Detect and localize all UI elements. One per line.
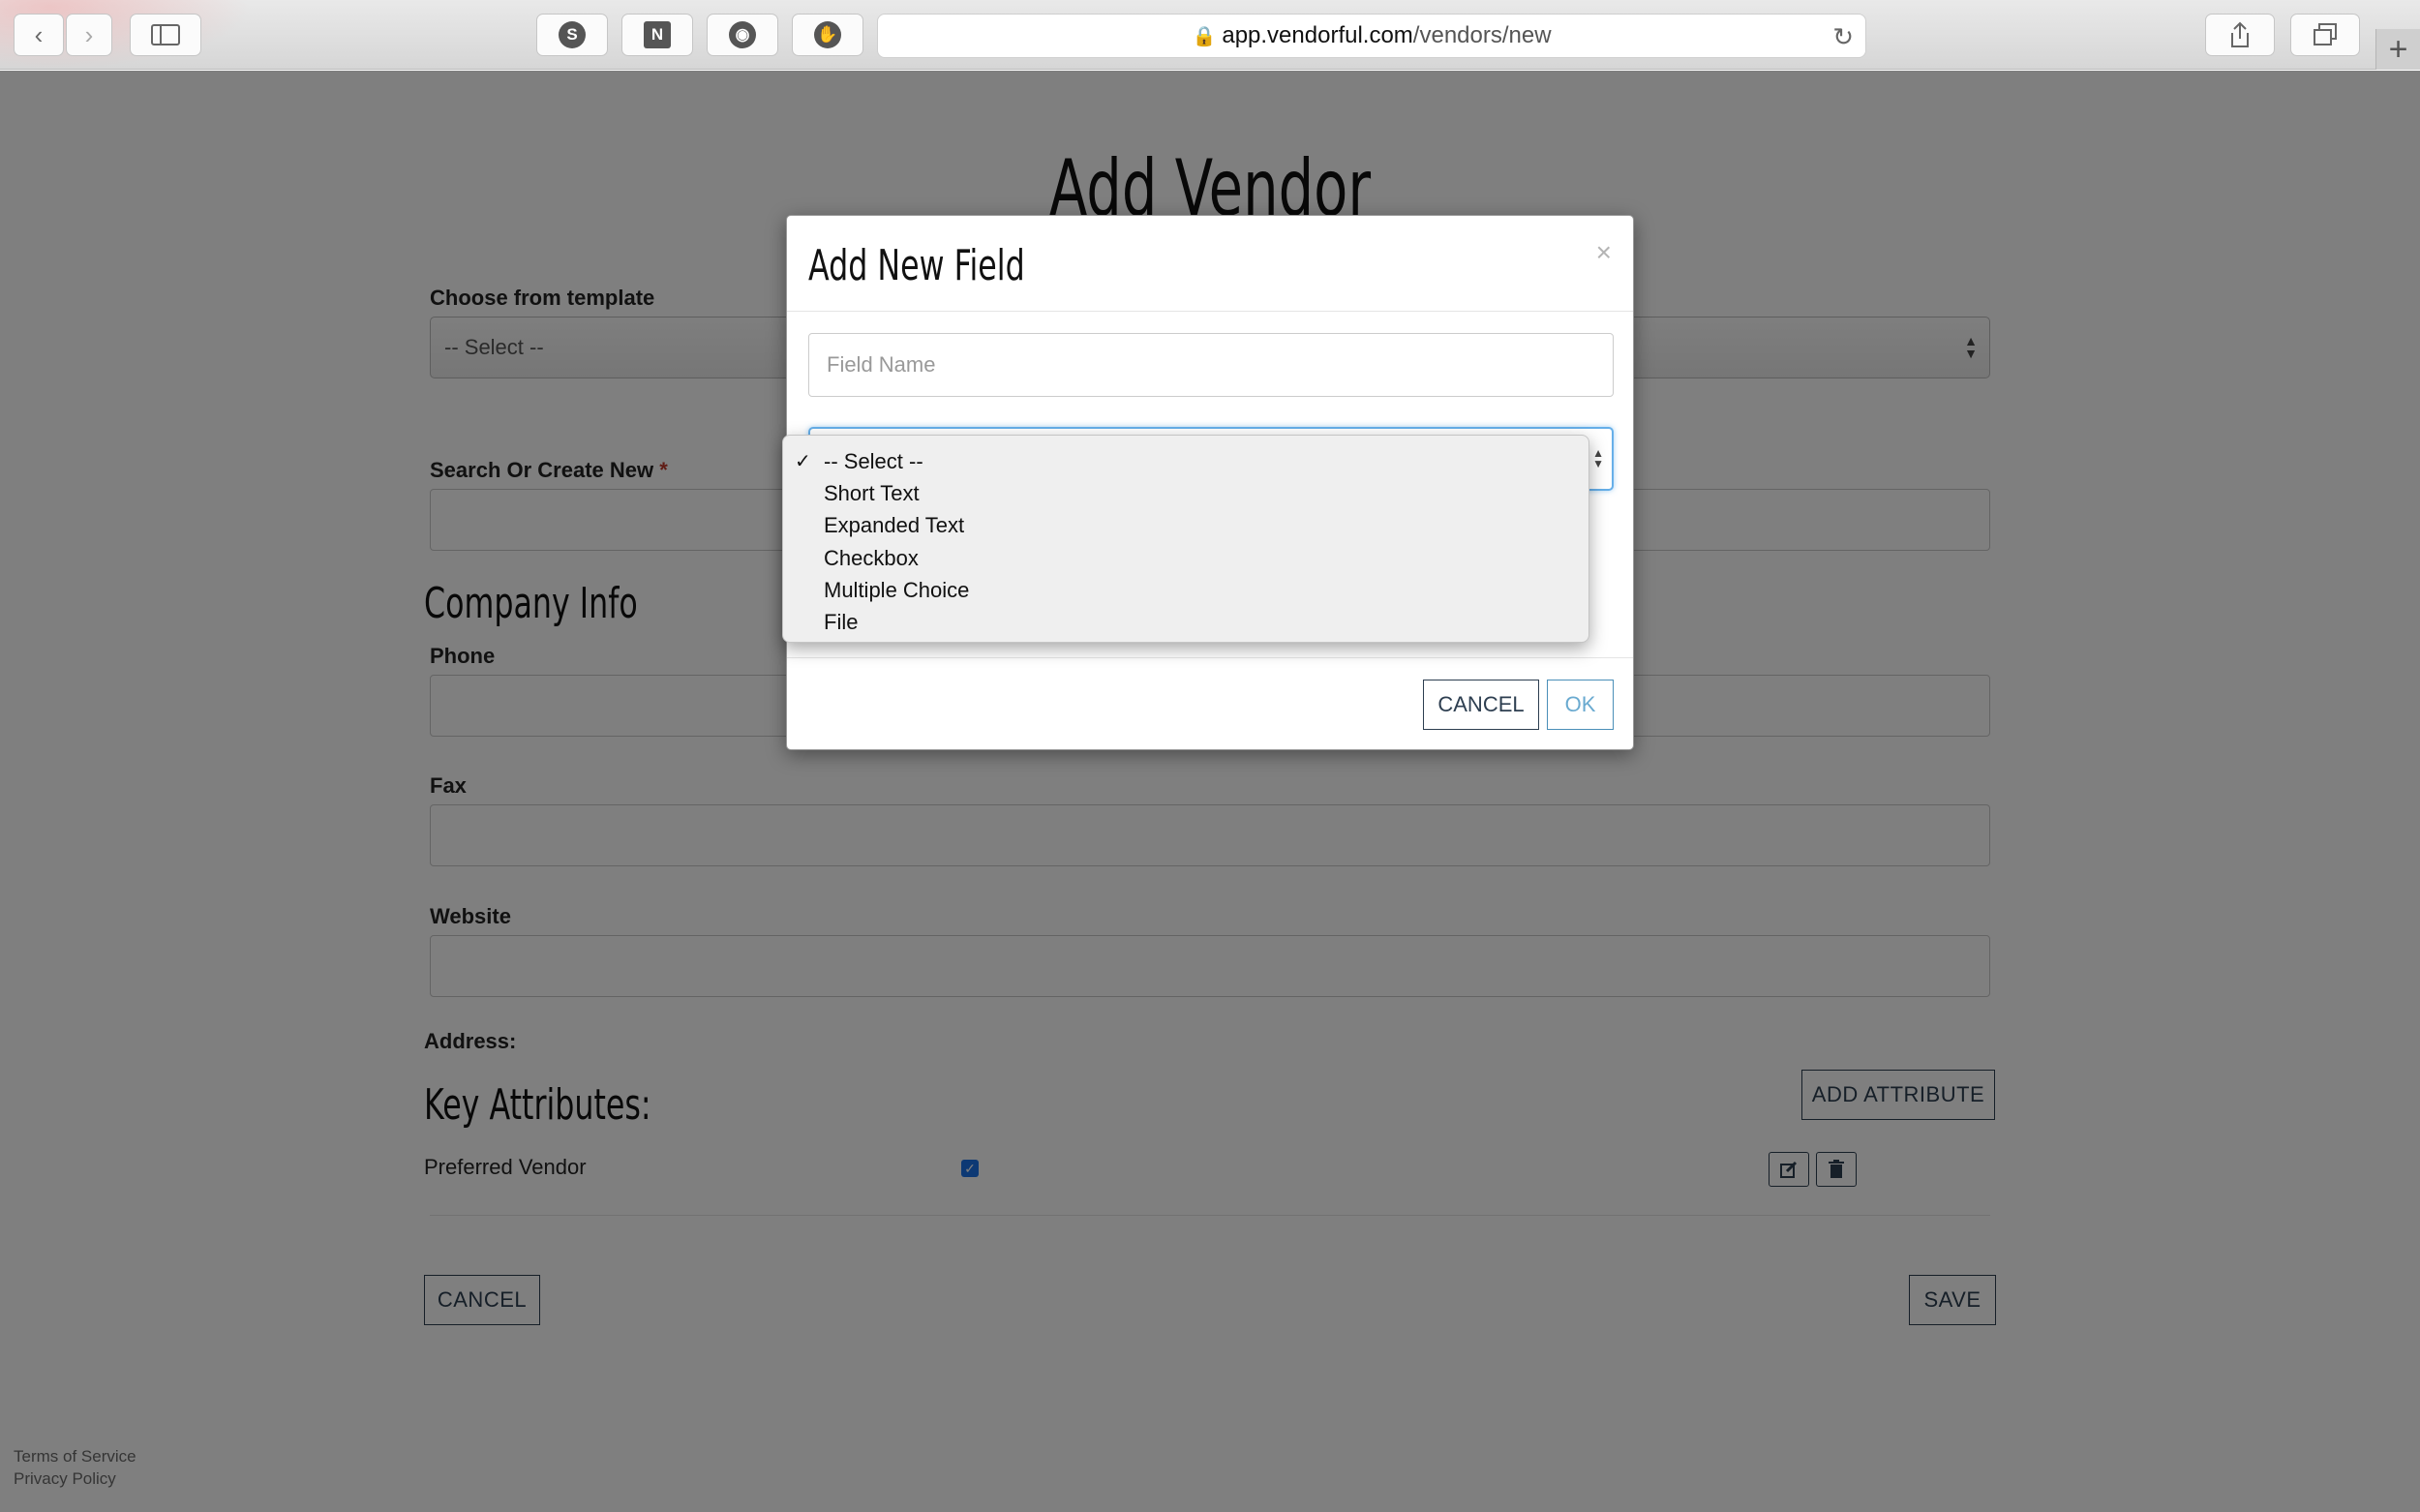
forward-button[interactable]: › (66, 14, 112, 56)
option-label: Short Text (824, 480, 920, 505)
extension-skype-button[interactable]: S (536, 14, 608, 56)
dropdown-option-multiple-choice[interactable]: Multiple Choice (783, 574, 1588, 606)
hand-icon: ✋ (814, 21, 841, 48)
back-button[interactable]: ‹ (14, 14, 64, 56)
onenote-icon: N (644, 21, 671, 48)
field-name-input[interactable]: Field Name (808, 333, 1614, 397)
extension-screenshot-button[interactable]: ◉ (707, 14, 778, 56)
close-icon[interactable]: × (1596, 237, 1612, 268)
dropdown-option-file[interactable]: File (783, 606, 1588, 638)
sidebar-toggle-button[interactable] (130, 14, 201, 56)
option-label: Expanded Text (824, 513, 965, 538)
share-icon (2231, 21, 2249, 47)
address-bar[interactable]: 🔒 app.vendorful.com/vendors/new ↻ (877, 14, 1866, 58)
modal-cancel-button[interactable]: CANCEL (1423, 680, 1539, 730)
extension-hand-button[interactable]: ✋ (792, 14, 863, 56)
dropdown-option-expanded-text[interactable]: Expanded Text (783, 510, 1588, 542)
browser-toolbar: ‹ › S N ◉ ✋ 🔒 app.vendorful.com/vendors/… (0, 0, 2420, 70)
option-label: -- Select -- (824, 448, 923, 473)
reload-icon[interactable]: ↻ (1832, 22, 1854, 52)
modal-footer-divider (787, 657, 1633, 658)
checkmark-icon: ✓ (795, 451, 811, 473)
modal-title: Add New Field (808, 241, 1025, 290)
share-button[interactable] (2205, 14, 2275, 56)
lock-icon: 🔒 (1192, 25, 1217, 47)
modal-ok-button[interactable]: OK (1547, 680, 1614, 730)
tabs-overview-button[interactable] (2290, 14, 2360, 56)
option-label: Multiple Choice (824, 577, 970, 602)
plus-icon: + (2388, 30, 2408, 68)
dropdown-option-short-text[interactable]: Short Text (783, 477, 1588, 509)
skype-icon: S (559, 21, 586, 48)
url-domain: app.vendorful.com (1222, 22, 1413, 48)
option-label: Checkbox (824, 545, 919, 570)
camera-icon: ◉ (729, 21, 756, 48)
option-label: File (824, 610, 859, 635)
sidebar-icon (151, 24, 180, 45)
dropdown-option-checkbox[interactable]: Checkbox (783, 542, 1588, 574)
field-type-dropdown: ✓ -- Select -- Short Text Expanded Text C… (782, 435, 1589, 643)
tabs-icon (2314, 23, 2337, 45)
extension-onenote-button[interactable]: N (621, 14, 693, 56)
select-arrows-icon: ▲▼ (1592, 446, 1604, 470)
new-tab-button[interactable]: + (2375, 29, 2420, 70)
chevron-left-icon: ‹ (34, 19, 44, 49)
dropdown-option-select[interactable]: ✓ -- Select -- (783, 445, 1588, 477)
modal-header-divider (787, 311, 1633, 312)
url-path: /vendors/new (1412, 22, 1552, 48)
chevron-right-icon: › (84, 19, 94, 49)
